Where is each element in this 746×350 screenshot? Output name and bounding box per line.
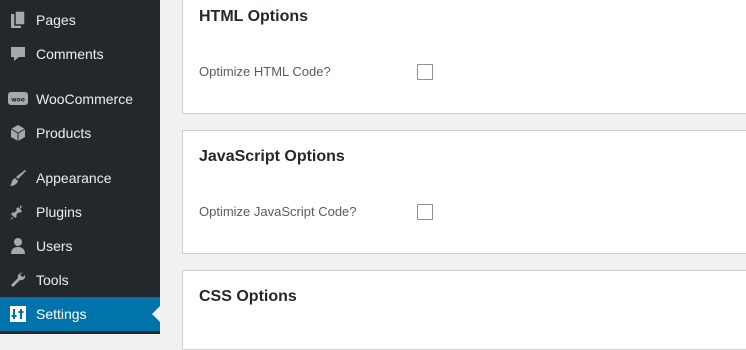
css-options-title: CSS Options: [199, 288, 297, 305]
tools-icon: [8, 270, 28, 290]
html-options-title: HTML Options: [199, 8, 309, 25]
optimize-html-checkbox[interactable]: [417, 64, 433, 80]
sidebar-item-label: WooCommerce: [36, 91, 133, 107]
html-options-panel: HTML Options Optimize HTML Code?: [182, 0, 746, 114]
comments-icon: [8, 44, 28, 64]
products-icon: [8, 123, 28, 143]
optimize-html-label: Optimize HTML Code?: [199, 64, 331, 79]
javascript-options-panel: JavaScript Options Optimize JavaScript C…: [182, 130, 746, 254]
sidebar-item-label: Appearance: [36, 170, 112, 186]
users-icon: [8, 236, 28, 256]
sidebar-item-label: Pages: [36, 12, 76, 28]
plugins-icon: [8, 202, 28, 222]
sidebar-item-products[interactable]: Products: [0, 116, 160, 150]
svg-text:woo: woo: [11, 97, 25, 104]
sidebar-item-woocommerce[interactable]: woo WooCommerce: [0, 82, 160, 116]
pages-icon: [8, 10, 28, 30]
sidebar-item-plugins[interactable]: Plugins: [0, 195, 160, 229]
sidebar-item-label: Settings: [36, 306, 87, 322]
optimize-javascript-checkbox[interactable]: [417, 204, 433, 220]
javascript-options-title: JavaScript Options: [199, 148, 345, 165]
css-options-panel: CSS Options: [182, 270, 746, 350]
admin-sidebar: Pages Comments woo WooCommerce Products …: [0, 0, 160, 334]
sidebar-item-appearance[interactable]: Appearance: [0, 161, 160, 195]
sidebar-item-label: Plugins: [36, 204, 82, 220]
sidebar-item-label: Users: [36, 238, 73, 254]
sidebar-item-comments[interactable]: Comments: [0, 37, 160, 71]
optimize-javascript-label: Optimize JavaScript Code?: [199, 204, 357, 219]
woocommerce-icon: woo: [8, 89, 28, 109]
sidebar-item-users[interactable]: Users: [0, 229, 160, 263]
settings-icon: [8, 304, 28, 324]
sidebar-item-tools[interactable]: Tools: [0, 263, 160, 297]
sidebar-item-settings[interactable]: Settings: [0, 297, 160, 331]
sidebar-item-label: Tools: [36, 272, 69, 288]
sidebar-item-pages[interactable]: Pages: [0, 3, 160, 37]
sidebar-item-label: Comments: [36, 46, 104, 62]
sidebar-item-label: Products: [36, 125, 92, 141]
appearance-icon: [8, 168, 28, 188]
